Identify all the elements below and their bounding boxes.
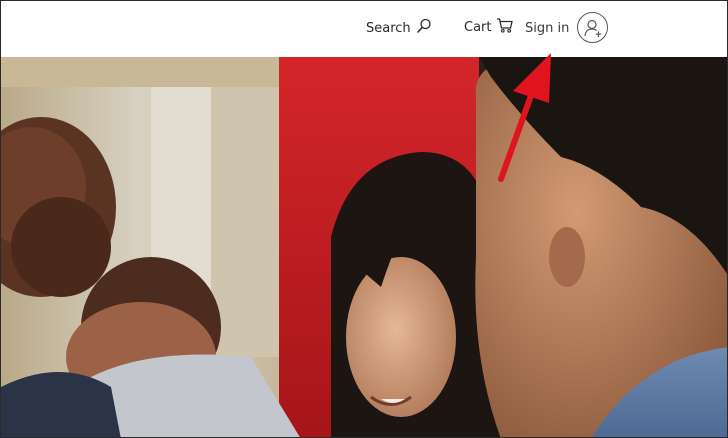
top-navigation-bar: Search Cart Sign in: [1, 1, 727, 57]
cart-button[interactable]: Cart: [464, 17, 514, 37]
account-button[interactable]: [577, 12, 608, 43]
cart-icon: [492, 17, 514, 37]
search-button[interactable]: Search: [366, 18, 432, 38]
app-frame: Search Cart Sign in: [0, 0, 728, 438]
sign-in-link[interactable]: Sign in: [525, 18, 569, 38]
cart-label: Cart: [464, 19, 492, 35]
hero-photo-illustration: [1, 57, 727, 437]
search-icon: [411, 18, 432, 38]
search-label: Search: [366, 20, 411, 36]
hero-image: [1, 57, 727, 437]
sign-in-label: Sign in: [525, 20, 570, 36]
